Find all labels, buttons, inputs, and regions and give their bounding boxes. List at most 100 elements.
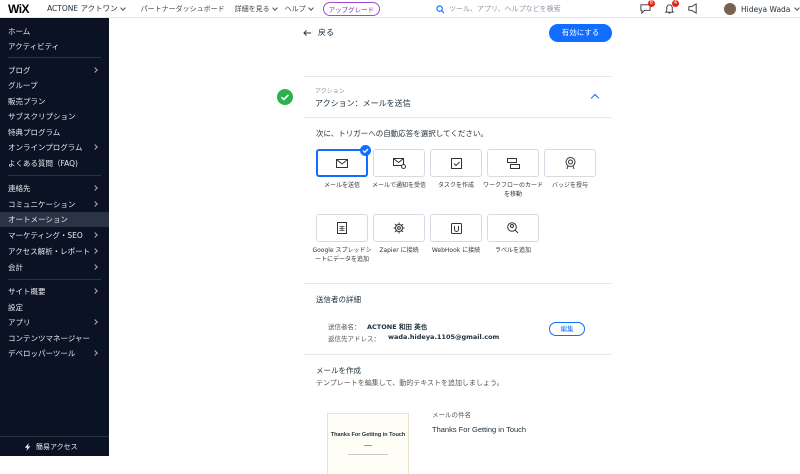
bell-icon[interactable]: 4 [664, 0, 679, 14]
tile-google-sheets[interactable] [316, 214, 368, 242]
edit-sender-button[interactable]: 編集 [549, 322, 585, 336]
subject-value[interactable]: Thanks For Getting in Touch [432, 425, 526, 434]
search-input[interactable]: ツール、アプリ、ヘルプなどを検索 [436, 4, 561, 14]
site-selector[interactable]: ACTONE アクトワン [47, 3, 126, 14]
sidebar-item-activity[interactable]: アクティビティ [0, 39, 109, 54]
main-content: 戻る 有効にする アクション アクション：メールを送信 次に、トリガーへの自動応… [109, 18, 800, 474]
sidebar-item-marketing-seo[interactable]: マーケティング・SEO [0, 228, 109, 243]
task-check-icon [450, 157, 462, 169]
sidebar-item-label: コンテンツマネージャー [8, 334, 90, 343]
sidebar-item-automations[interactable]: オートメーション [0, 212, 109, 227]
sidebar-item-communications[interactable]: コミュニケーション [0, 197, 109, 212]
compose-title: メールを作成 [316, 366, 361, 375]
sidebar-item-faq[interactable]: よくある質問（FAQ) [0, 156, 109, 171]
sidebar-item-label: アクセス解析・レポート [8, 247, 91, 256]
chevron-down-icon [307, 4, 314, 11]
sidebar-item-settings[interactable]: 設定 [0, 300, 109, 315]
mail-notify-icon [392, 157, 406, 169]
subject-label: メールの件名 [432, 411, 471, 419]
sidebar-item-label: デベロッパーツール [8, 349, 76, 358]
sidebar-item-contacts[interactable]: 連絡先 [0, 181, 109, 196]
tile-caption: ラベルを追加 [494, 247, 531, 254]
sidebar-divider [8, 175, 101, 176]
sidebar-item-apps[interactable]: アプリ [0, 315, 109, 330]
sidebar-divider [8, 57, 101, 58]
reply-address-label: 返信先アドレス： [328, 335, 380, 343]
chevron-right-icon [92, 232, 98, 238]
sidebar: ホーム アクティビティ ブログ グループ 販売プラン サブスクリプション 特典プ… [0, 18, 109, 456]
sidebar-item-label: アプリ [8, 318, 31, 327]
sidebar-item-online-programs[interactable]: オンラインプログラム [0, 140, 109, 155]
chevron-down-icon [119, 4, 126, 11]
sidebar-item-label: オンラインプログラム [8, 143, 83, 152]
search-icon [436, 4, 445, 13]
tile-add-label[interactable] [487, 214, 539, 242]
response-prompt: 次に、トリガーへの自動応答を選択してください。 [316, 129, 488, 138]
gear-icon [393, 222, 405, 234]
nav-help[interactable]: ヘルプ [284, 4, 314, 14]
enable-button[interactable]: 有効にする [549, 24, 612, 42]
megaphone-icon[interactable] [687, 3, 698, 14]
tile-email-notification[interactable] [373, 149, 425, 177]
spreadsheet-icon [337, 222, 347, 234]
divider [304, 354, 611, 355]
tile-zapier[interactable] [373, 214, 425, 242]
sidebar-item-pricing-plans[interactable]: 販売プラン [0, 94, 109, 109]
tile-award-badge[interactable] [544, 149, 596, 177]
arrow-left-icon [303, 29, 312, 36]
sidebar-item-blog[interactable]: ブログ [0, 63, 109, 78]
preview-heading: Thanks For Getting in Touch [330, 432, 406, 438]
sidebar-item-label: 会計 [8, 263, 23, 272]
mail-icon [336, 158, 348, 168]
quick-access-label: 簡易アクセス [36, 442, 78, 451]
sidebar-item-site-overview[interactable]: サイト概要 [0, 284, 109, 299]
chat-icon[interactable]: 8 [640, 0, 655, 15]
workflow-card-icon [506, 157, 520, 169]
email-template-preview[interactable]: Thanks For Getting in Touch [327, 413, 409, 474]
sidebar-item-groups[interactable]: グループ [0, 78, 109, 93]
divider [304, 117, 611, 118]
tile-caption: メールを送信 [323, 182, 360, 189]
user-menu[interactable]: Hideya Wada [724, 3, 800, 15]
sidebar-item-label: 特典プログラム [8, 128, 61, 137]
action-title: アクション：メールを送信 [315, 99, 411, 108]
tile-create-task[interactable] [430, 149, 482, 177]
chevron-right-icon [92, 67, 98, 73]
chevron-right-icon [92, 264, 98, 270]
nav-partner-dashboard[interactable]: パートナーダッシュボード [141, 4, 225, 14]
tile-caption: WebHook に接続 [431, 247, 481, 254]
tile-caption: メールで通知を受信 [371, 182, 426, 189]
chevron-right-icon [92, 288, 98, 294]
selected-check-icon [360, 145, 371, 156]
sidebar-item-label: よくある質問（FAQ) [8, 159, 78, 168]
sidebar-item-label: コミュニケーション [8, 200, 76, 209]
nav-learn-more[interactable]: 詳細を見る [235, 4, 278, 14]
sidebar-item-home[interactable]: ホーム [0, 24, 109, 39]
sidebar-item-loyalty[interactable]: 特典プログラム [0, 125, 109, 140]
wix-logo[interactable]: WiX [8, 2, 30, 16]
lightning-icon [24, 442, 31, 451]
quick-access-button[interactable]: 簡易アクセス [0, 436, 109, 456]
sender-name-label: 送信者名： [328, 323, 361, 331]
upgrade-button[interactable]: アップグレード [322, 1, 381, 16]
tile-caption: ワークフローのカードを移動 [482, 182, 543, 198]
chevron-up-icon[interactable] [590, 93, 600, 103]
sidebar-item-label: サイト概要 [8, 287, 46, 296]
chevron-right-icon [92, 185, 98, 191]
nav-label: ヘルプ [284, 4, 306, 13]
sidebar-divider [8, 279, 101, 280]
back-button[interactable]: 戻る [303, 27, 334, 38]
sidebar-item-analytics[interactable]: アクセス解析・レポート [0, 244, 109, 259]
preview-divider [364, 445, 372, 446]
tile-move-workflow-card[interactable] [487, 149, 539, 177]
sidebar-item-developer-tools[interactable]: デベロッパーツール [0, 346, 109, 361]
sidebar-item-content-manager[interactable]: コンテンツマネージャー [0, 331, 109, 346]
top-bar: WiX ACTONE アクトワン パートナーダッシュボード 詳細を見る ヘルプ … [0, 0, 800, 18]
label-icon [507, 222, 519, 234]
reply-address-value: wada.hideya.1105@gmail.com [388, 333, 500, 341]
sidebar-item-accounting[interactable]: 会計 [0, 260, 109, 275]
tile-webhook[interactable] [430, 214, 482, 242]
sidebar-item-label: オートメーション [8, 215, 68, 224]
bell-badge: 4 [672, 0, 679, 7]
sidebar-item-subscriptions[interactable]: サブスクリプション [0, 109, 109, 124]
